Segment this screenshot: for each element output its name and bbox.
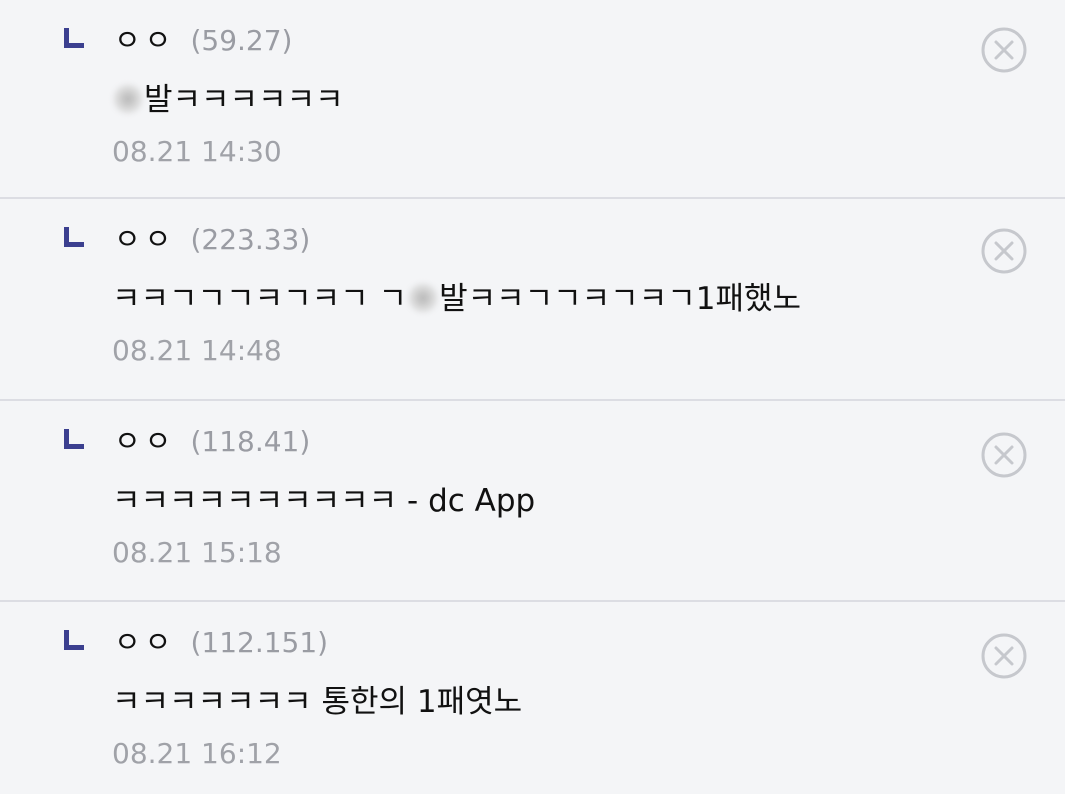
reply-content: ㅋㅋㅋㅋㅋㅋㅋ 통한의 1패엿노 <box>112 684 523 720</box>
reply-content: 발ㅋㅋㅋㅋㅋㅋ <box>112 78 344 122</box>
reply-item: ㅇㅇ (112.151) ㅋㅋㅋㅋㅋㅋㅋ 통한의 1패엿노 08.21 16:1… <box>0 600 1065 794</box>
reply-author: ㅇㅇ (59.27) <box>114 20 292 60</box>
censor-blur <box>407 281 440 314</box>
reply-item: ㅇㅇ (59.27) 발ㅋㅋㅋㅋㅋㅋ 08.21 14:30 <box>0 0 1065 197</box>
ip-address: (118.41) <box>190 425 311 458</box>
nickname[interactable]: ㅇㅇ <box>114 424 175 458</box>
reply-content: ㅋㅋㄱㄱㄱㅋㄱㅋㄱ ㄱ 발ㅋㅋㄱㄱㅋㄱㅋㄱ1패했노 <box>112 277 801 321</box>
nickname[interactable]: ㅇㅇ <box>114 23 175 57</box>
reply-content: ㅋㅋㅋㅋㅋㅋㅋㅋㅋㅋ - dc App <box>112 483 536 519</box>
delete-icon[interactable] <box>980 632 1028 680</box>
reply-arrow-icon <box>64 28 84 48</box>
content-text-start: ㅋㅋㄱㄱㄱㅋㄱㅋㄱ ㄱ <box>112 281 408 317</box>
reply-author: ㅇㅇ (112.151) <box>114 622 328 662</box>
reply-item: ㅇㅇ (223.33) ㅋㅋㄱㄱㄱㅋㄱㅋㄱ ㄱ 발ㅋㅋㄱㄱㅋㄱㅋㄱ1패했노 08.… <box>0 197 1065 399</box>
content-text-end: 발ㅋㅋㅋㅋㅋㅋ <box>144 82 344 118</box>
delete-icon[interactable] <box>980 26 1028 74</box>
ip-address: (223.33) <box>190 223 311 256</box>
reply-list: ㅇㅇ (59.27) 발ㅋㅋㅋㅋㅋㅋ 08.21 14:30 ㅇㅇ (223.3… <box>0 0 1065 794</box>
delete-icon[interactable] <box>980 431 1028 479</box>
ip-address: (59.27) <box>190 24 293 57</box>
content-text-end: 발ㅋㅋㄱㄱㅋㄱㅋㄱ1패했노 <box>439 281 802 317</box>
nickname[interactable]: ㅇㅇ <box>114 625 175 659</box>
reply-date: 08.21 15:18 <box>112 536 282 569</box>
reply-arrow-icon <box>64 227 84 247</box>
ip-address: (112.151) <box>190 626 329 659</box>
censor-blur <box>112 82 144 115</box>
reply-date: 08.21 14:48 <box>112 334 282 367</box>
reply-arrow-icon <box>64 630 84 650</box>
delete-icon[interactable] <box>980 227 1028 275</box>
reply-date: 08.21 16:12 <box>112 737 282 770</box>
reply-item: ㅇㅇ (118.41) ㅋㅋㅋㅋㅋㅋㅋㅋㅋㅋ - dc App 08.21 15… <box>0 399 1065 600</box>
reply-arrow-icon <box>64 429 84 449</box>
reply-date: 08.21 14:30 <box>112 135 282 168</box>
reply-author: ㅇㅇ (223.33) <box>114 219 310 259</box>
reply-author: ㅇㅇ (118.41) <box>114 421 310 461</box>
nickname[interactable]: ㅇㅇ <box>114 222 175 256</box>
